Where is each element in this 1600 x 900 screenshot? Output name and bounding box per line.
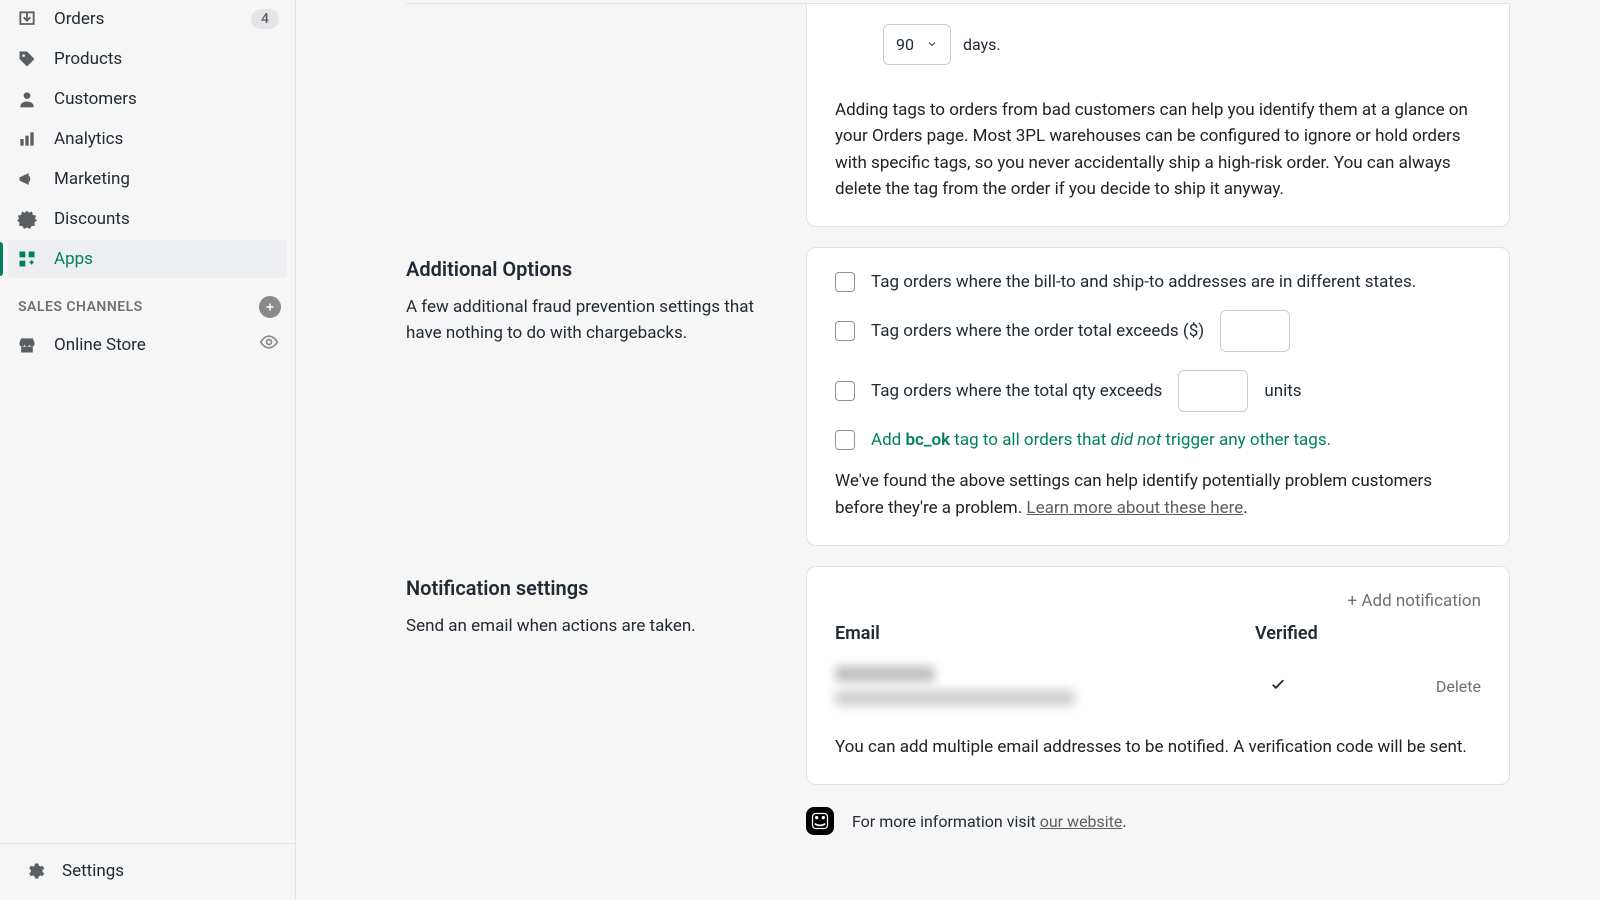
checkbox-bcok[interactable] [835,430,855,450]
notification-subtitle: Send an email when actions are taken. [406,614,766,640]
sidebar-item-label: Discounts [54,209,130,229]
tags-description: Adding tags to orders from bad customers… [835,97,1481,202]
verified-cell [1255,675,1425,698]
sidebar-bottom: Settings [0,843,295,900]
sidebar-item-label: Analytics [54,129,123,149]
sidebar-item-settings[interactable]: Settings [16,852,279,890]
inbox-icon [16,8,38,30]
checkbox-diff-states[interactable] [835,272,855,292]
opt-qty-label: Tag orders where the total qty exceeds [871,381,1162,401]
notification-table: Email Verified [835,617,1481,724]
app-logo-icon [806,807,834,835]
sidebar-item-online-store[interactable]: Online Store [8,324,287,365]
additional-options-title: Additional Options [406,257,766,281]
sidebar: Orders 4 Products Customers Analytics [0,0,296,900]
sidebar-item-label: Marketing [54,169,130,189]
page-footer: For more information visit our website. [406,807,1510,835]
redacted-email [835,690,1075,706]
notification-card: + Add notification Email Verified [806,566,1510,785]
additional-footer-text: We've found the above settings can help … [835,468,1481,521]
learn-more-link[interactable]: Learn more about these here [1026,498,1243,518]
tags-card: 90 days. Adding tags to orders from bad … [806,4,1510,227]
sidebar-item-label: Customers [54,89,137,109]
our-website-link[interactable]: our website [1040,812,1123,831]
order-total-input[interactable] [1220,310,1290,352]
apps-icon [16,248,38,270]
days-select[interactable]: 90 [883,24,951,65]
person-icon [16,88,38,110]
sidebar-item-products[interactable]: Products [8,40,287,78]
sidebar-item-label: Online Store [54,335,146,355]
channels-list: Online Store [0,324,295,367]
sidebar-item-analytics[interactable]: Analytics [8,120,287,158]
store-icon [16,334,38,356]
additional-options-card: Tag orders where the bill-to and ship-to… [806,247,1510,546]
sidebar-item-customers[interactable]: Customers [8,80,287,118]
redacted-name [835,666,935,682]
opt-order-total-label: Tag orders where the order total exceeds… [871,321,1204,341]
checkbox-qty[interactable] [835,381,855,401]
gear-icon [24,860,46,882]
qty-input[interactable] [1178,370,1248,412]
notification-email-cell [835,666,1255,706]
notification-title: Notification settings [406,576,766,600]
sidebar-item-label: Orders [54,9,104,29]
sidebar-item-label: Settings [62,861,124,881]
bar-chart-icon [16,128,38,150]
opt-diff-states-label: Tag orders where the bill-to and ship-to… [871,272,1416,292]
megaphone-icon [16,168,38,190]
notification-footer: You can add multiple email addresses to … [835,734,1481,760]
opt-bcok-label: Add bc_ok tag to all orders that did not… [871,430,1331,450]
checkbox-order-total[interactable] [835,321,855,341]
days-suffix: days. [963,35,1001,54]
delete-notification-button[interactable]: Delete [1425,677,1481,696]
additional-options-subtitle: A few additional fraud prevention settin… [406,295,766,346]
sidebar-item-label: Products [54,49,122,69]
eye-icon[interactable] [259,332,279,357]
col-email-header: Email [835,623,1255,644]
tag-icon [16,48,38,70]
sidebar-item-discounts[interactable]: Discounts [8,200,287,238]
sidebar-item-label: Apps [54,249,93,269]
opt-qty-suffix: units [1264,381,1301,401]
add-notification-button[interactable]: + Add notification [1348,591,1481,611]
nav-list: Orders 4 Products Customers Analytics [0,0,295,280]
orders-badge: 4 [251,9,279,29]
days-value: 90 [896,35,914,54]
sidebar-item-apps[interactable]: Apps [8,240,287,278]
sidebar-item-orders[interactable]: Orders 4 [8,0,287,38]
sales-channels-label: SALES CHANNELS [18,299,143,315]
add-channel-button[interactable] [259,296,281,318]
footer-text: For more information visit our website. [852,812,1127,831]
notification-row: Delete [835,658,1481,724]
sidebar-item-marketing[interactable]: Marketing [8,160,287,198]
chevron-down-icon [926,35,938,54]
discount-icon [16,208,38,230]
col-verified-header: Verified [1255,623,1425,644]
check-icon [1269,677,1287,698]
main-content: 90 days. Adding tags to orders from bad … [296,0,1600,900]
sales-channels-heading: SALES CHANNELS [0,280,295,324]
